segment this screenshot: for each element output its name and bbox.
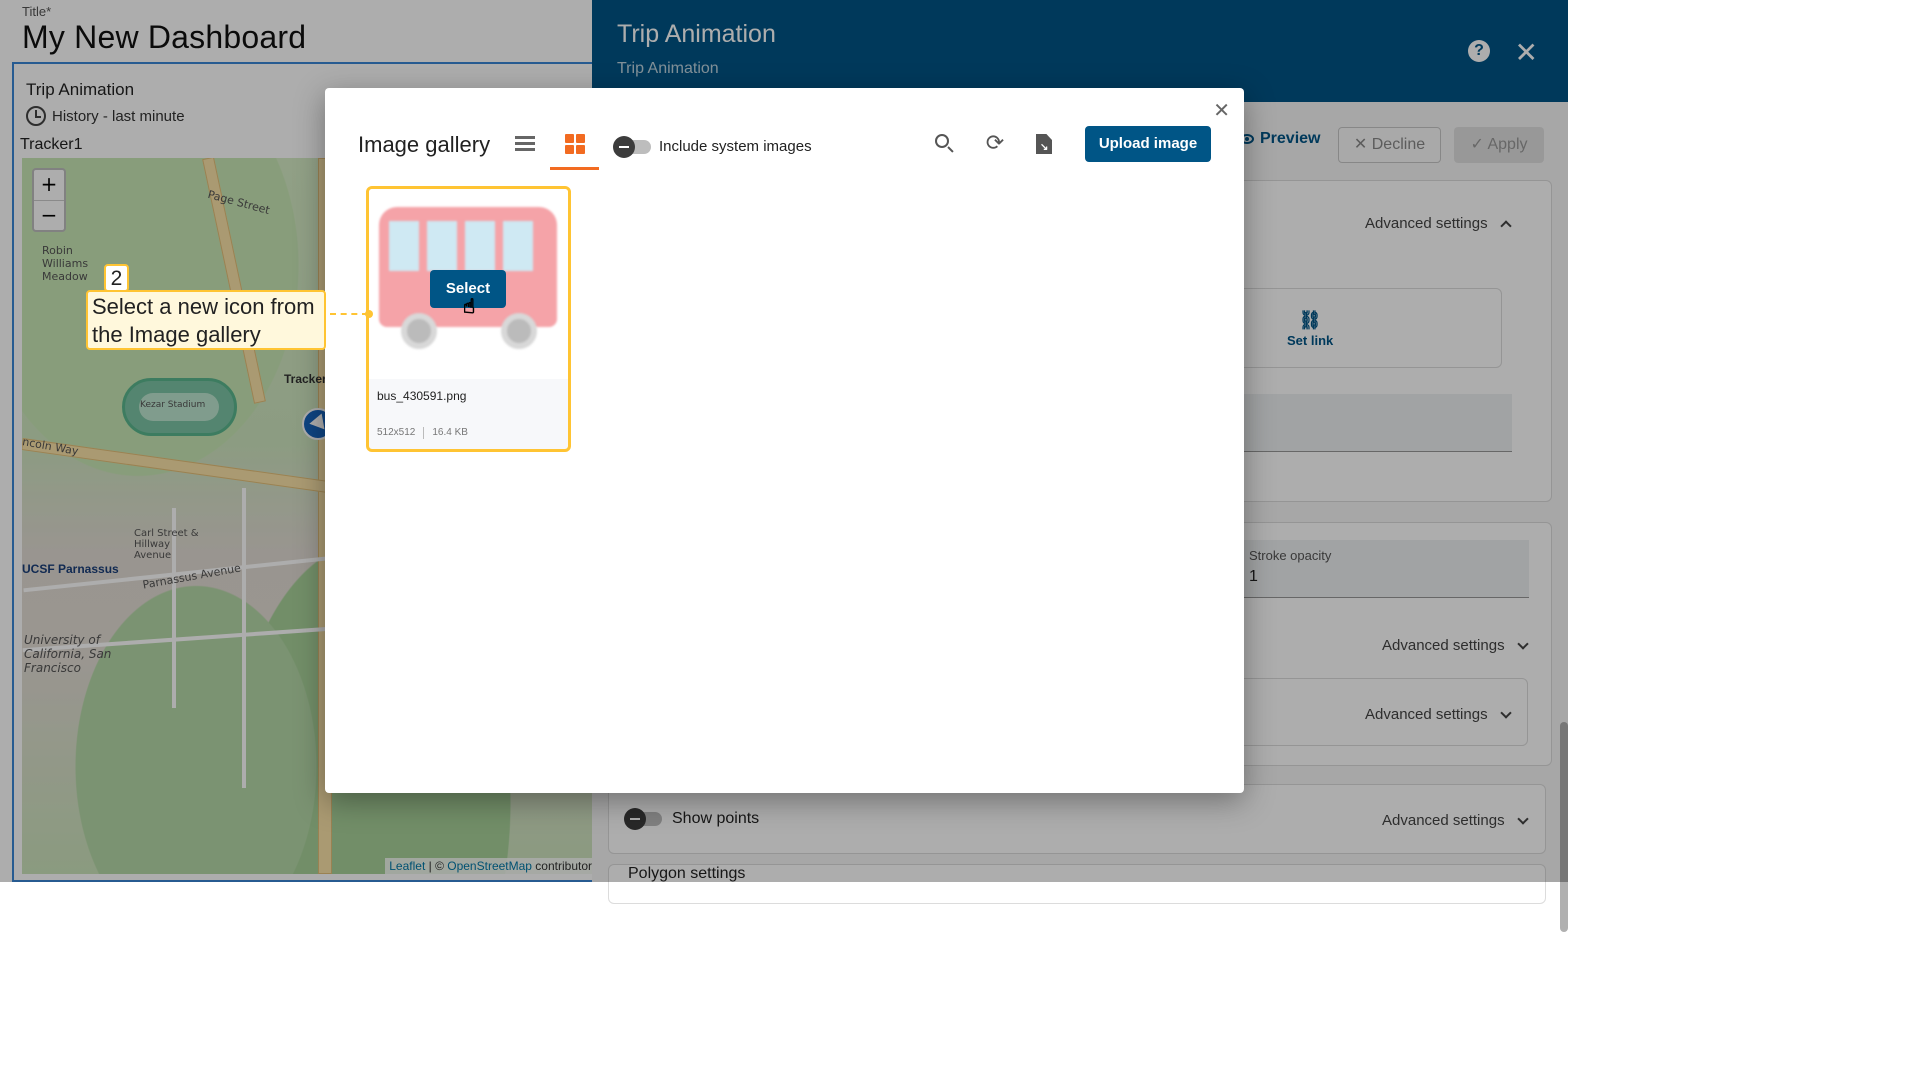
upload-image-button[interactable]: Upload image — [1085, 126, 1211, 162]
search-icon[interactable] — [933, 132, 957, 156]
hand-cursor-icon: ☝ — [462, 294, 476, 318]
image-gallery-dialog: ✕ Image gallery Include system images ⟳ … — [325, 88, 1244, 793]
image-meta: 512x512 16.4 KB — [377, 427, 468, 439]
wheel — [401, 313, 437, 349]
image-size: 16.4 KB — [432, 427, 468, 438]
image-card[interactable]: Select bus_430591.png 512x512 16.4 KB — [366, 186, 571, 452]
callout-connector — [330, 313, 368, 315]
image-name: bus_430591.png — [377, 389, 467, 403]
include-system-images-toggle[interactable]: Include system images — [613, 135, 812, 158]
dialog-title: Image gallery — [358, 132, 491, 157]
include-system-images-label: Include system images — [659, 138, 812, 155]
tutorial-callout: Select a new icon from the Image gallery — [86, 290, 326, 350]
list-view-icon[interactable] — [515, 136, 535, 154]
system-images-switch[interactable] — [613, 135, 651, 158]
tutorial-step-badge: 2 — [104, 264, 129, 292]
image-preview: Select — [369, 189, 568, 379]
grid-view-icon[interactable] — [565, 134, 585, 154]
callout-connector-dot — [365, 310, 373, 318]
dialog-close-icon[interactable]: ✕ — [1213, 98, 1230, 122]
image-dimensions: 512x512 — [377, 427, 416, 438]
import-file-icon[interactable]: ↘ — [1032, 132, 1056, 156]
wheel — [501, 313, 537, 349]
active-tab-underline — [550, 167, 599, 170]
refresh-icon[interactable]: ⟳ — [983, 132, 1007, 156]
